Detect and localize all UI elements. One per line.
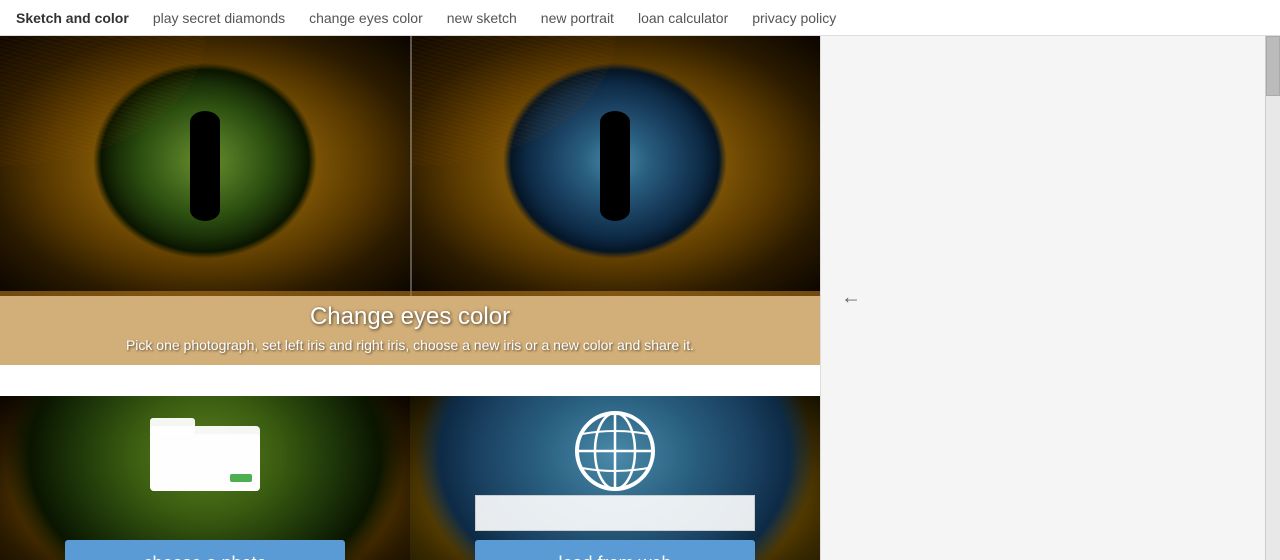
right-sidebar: ← xyxy=(820,36,1280,560)
nav-new-sketch[interactable]: new sketch xyxy=(447,10,517,26)
url-input-wrap xyxy=(475,495,755,531)
url-input[interactable] xyxy=(475,495,755,531)
choose-photo-button[interactable]: choose a photo xyxy=(65,540,345,560)
eye-divider xyxy=(410,36,412,296)
eye-right-bg xyxy=(410,36,820,296)
action-panels: choose a photo xyxy=(0,396,820,560)
load-web-panel: load from web xyxy=(410,396,820,560)
back-arrow[interactable]: ← xyxy=(841,287,861,310)
load-web-button[interactable]: load from web xyxy=(475,540,755,560)
nav-play-secret-diamonds[interactable]: play secret diamonds xyxy=(153,10,285,26)
nav-new-portrait[interactable]: new portrait xyxy=(541,10,614,26)
nav-brand[interactable]: Sketch and color xyxy=(16,10,129,26)
folder-icon-wrap xyxy=(145,406,265,501)
nav-privacy-policy[interactable]: privacy policy xyxy=(752,10,836,26)
globe-icon xyxy=(570,406,660,496)
eye-right-panel xyxy=(410,36,820,296)
page-content: Change eyes color Pick one photograph, s… xyxy=(0,36,1280,560)
eye-left-panel xyxy=(0,36,410,296)
globe-icon-wrap xyxy=(570,406,660,501)
eye-left-bg xyxy=(0,36,410,296)
center-panel: Change eyes color Pick one photograph, s… xyxy=(0,36,820,560)
navbar: Sketch and color play secret diamonds ch… xyxy=(0,0,1280,36)
page-subtitle: Pick one photograph, set left iris and r… xyxy=(20,337,800,353)
scrollbar-thumb[interactable] xyxy=(1266,36,1280,96)
text-overlay: Change eyes color Pick one photograph, s… xyxy=(0,291,820,365)
page-title: Change eyes color xyxy=(20,303,800,331)
eye-images xyxy=(0,36,820,296)
folder-icon xyxy=(145,406,265,496)
nav-change-eyes-color[interactable]: change eyes color xyxy=(309,10,423,26)
choose-photo-panel: choose a photo xyxy=(0,396,410,560)
nav-loan-calculator[interactable]: loan calculator xyxy=(638,10,728,26)
scrollbar[interactable] xyxy=(1265,36,1280,560)
